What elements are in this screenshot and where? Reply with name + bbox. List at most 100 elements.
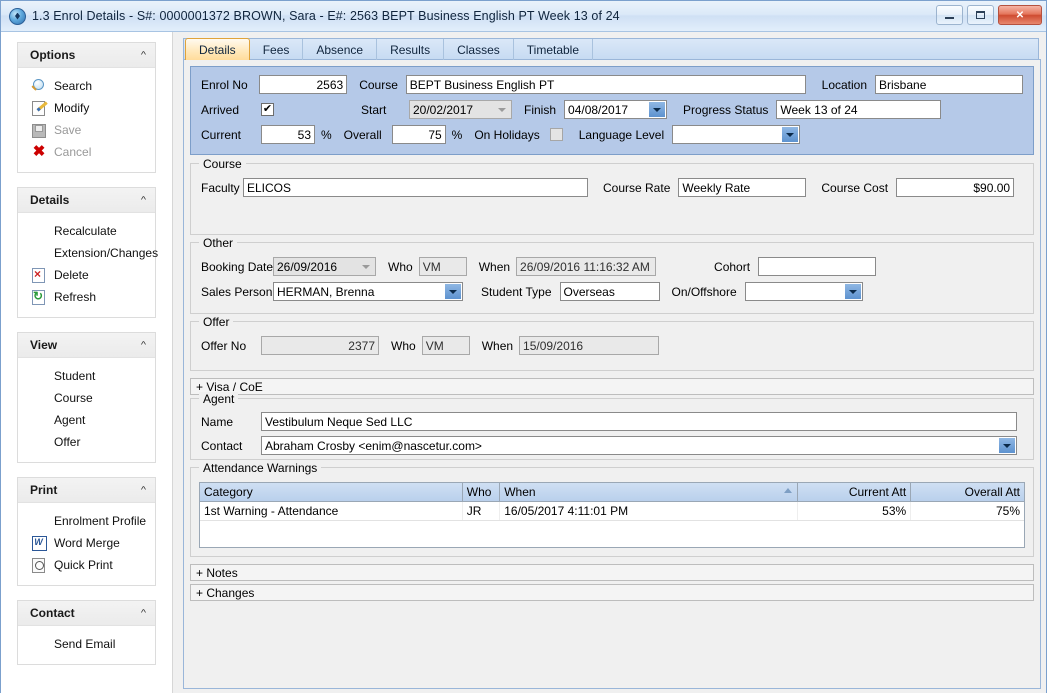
notes-collapse-bar[interactable]: + Notes: [190, 564, 1034, 581]
enrol-details-window: 1.3 Enrol Details - S#: 0000001372 BROWN…: [0, 0, 1047, 693]
faculty-label: Faculty: [201, 181, 243, 195]
booking-date-combo[interactable]: 26/09/2016: [273, 257, 376, 276]
sales-person-label: Sales Person: [201, 285, 273, 299]
faculty-input[interactable]: [243, 178, 588, 197]
on-offshore-combo[interactable]: [745, 282, 863, 301]
chevron-down-icon[interactable]: [445, 284, 461, 299]
chevron-down-icon[interactable]: [494, 102, 510, 117]
enrol-no-input[interactable]: [259, 75, 347, 94]
sidebar-item-word-merge[interactable]: Word Merge: [18, 532, 155, 554]
column-header-when[interactable]: When: [500, 483, 798, 501]
tab-absence[interactable]: Absence: [303, 39, 377, 60]
enrol-no-label: Enrol No: [201, 78, 259, 92]
sidebar-item-offer[interactable]: Offer: [18, 431, 155, 453]
delete-icon: [30, 267, 48, 283]
sidebar-item-refresh[interactable]: Refresh: [18, 286, 155, 308]
tab-classes[interactable]: Classes: [444, 39, 514, 60]
tab-fees[interactable]: Fees: [250, 39, 304, 60]
column-header-who[interactable]: Who: [463, 483, 500, 501]
panel-header-print[interactable]: Print ^: [18, 478, 155, 503]
chevron-up-icon[interactable]: ^: [141, 485, 146, 494]
location-label: Location: [822, 78, 867, 92]
location-input[interactable]: [875, 75, 1023, 94]
column-header-current-att[interactable]: Current Att: [798, 483, 911, 501]
current-att-input[interactable]: [261, 125, 315, 144]
start-date-combo[interactable]: 20/02/2017: [409, 100, 512, 119]
sales-person-combo[interactable]: HERMAN, Brenna: [273, 282, 463, 301]
tab-timetable[interactable]: Timetable: [514, 39, 593, 60]
chevron-up-icon[interactable]: ^: [141, 50, 146, 59]
close-button[interactable]: ✕: [998, 5, 1042, 25]
language-level-combo[interactable]: [672, 125, 800, 144]
overall-att-input[interactable]: [392, 125, 446, 144]
student-type-input[interactable]: [560, 282, 660, 301]
course-input[interactable]: [406, 75, 806, 94]
panel-title-view: View: [30, 338, 57, 352]
tab-details[interactable]: Details: [185, 38, 250, 60]
sidebar-item-agent[interactable]: Agent: [18, 409, 155, 431]
offer-no-label: Offer No: [201, 339, 261, 353]
sidebar-item-label: Recalculate: [54, 224, 117, 238]
sidebar-item-modify[interactable]: Modify: [18, 97, 155, 119]
agent-name-input[interactable]: [261, 412, 1017, 431]
column-header-overall-att[interactable]: Overall Att: [911, 483, 1024, 501]
column-header-category[interactable]: Category: [200, 483, 463, 501]
sidebar-panel-print: Print ^ Enrolment Profile Word Merge Qui…: [17, 477, 156, 586]
sidebar-item-search[interactable]: Search: [18, 75, 155, 97]
booking-when-value: 26/09/2016 11:16:32 AM: [516, 257, 656, 276]
cohort-input[interactable]: [758, 257, 876, 276]
progress-status-input[interactable]: [776, 100, 941, 119]
panel-header-details[interactable]: Details ^: [18, 188, 155, 213]
panel-header-options[interactable]: Options ^: [18, 43, 155, 68]
tab-results[interactable]: Results: [377, 39, 444, 60]
sidebar-item-send-email[interactable]: Send Email: [18, 633, 155, 655]
tab-label: Details: [199, 43, 236, 57]
minimize-button[interactable]: [936, 5, 963, 25]
other-group-row-2: Sales Person HERMAN, Brenna Student Type…: [201, 282, 1023, 301]
enrol-header-row-3: Current % Overall % On Holidays Language…: [201, 125, 1023, 144]
chevron-down-icon[interactable]: [358, 259, 374, 274]
chevron-up-icon[interactable]: ^: [141, 608, 146, 617]
chevron-down-icon[interactable]: [649, 102, 665, 117]
maximize-button[interactable]: [967, 5, 994, 25]
chevron-down-icon[interactable]: [782, 127, 798, 142]
sidebar-item-recalculate[interactable]: Recalculate: [18, 220, 155, 242]
course-label: Course: [359, 78, 406, 92]
sidebar-item-quick-print[interactable]: Quick Print: [18, 554, 155, 576]
chevron-up-icon[interactable]: ^: [141, 195, 146, 204]
panel-header-view[interactable]: View ^: [18, 333, 155, 358]
agent-contact-label: Contact: [201, 439, 261, 453]
sidebar-item-enrolment-profile[interactable]: Enrolment Profile: [18, 510, 155, 532]
sort-ascending-icon: [784, 488, 792, 493]
table-row[interactable]: 1st Warning - Attendance JR 16/05/2017 4…: [200, 502, 1024, 521]
tab-label: Fees: [263, 43, 290, 57]
visa-coe-collapse-bar[interactable]: + Visa / CoE: [190, 378, 1034, 395]
agent-contact-combo[interactable]: Abraham Crosby <enim@nascetur.com>: [261, 436, 1017, 455]
panel-body-print: Enrolment Profile Word Merge Quick Print: [18, 503, 155, 585]
current-percent-label: %: [321, 128, 332, 142]
sidebar-item-student[interactable]: Student: [18, 365, 155, 387]
agent-group-title: Agent: [199, 392, 238, 406]
changes-collapse-bar[interactable]: + Changes: [190, 584, 1034, 601]
chevron-down-icon[interactable]: [845, 284, 861, 299]
course-cost-input[interactable]: [896, 178, 1014, 197]
booking-who-label: Who: [388, 260, 413, 274]
finish-date-combo[interactable]: 04/08/2017: [564, 100, 667, 119]
panel-header-contact[interactable]: Contact ^: [18, 601, 155, 626]
chevron-down-icon[interactable]: [999, 438, 1015, 453]
sidebar-item-course[interactable]: Course: [18, 387, 155, 409]
arrived-checkbox[interactable]: ✔: [261, 103, 274, 116]
refresh-icon: [30, 289, 48, 305]
offer-no-value: 2377: [261, 336, 379, 355]
on-holidays-label: On Holidays: [474, 128, 539, 142]
panel-title-print: Print: [30, 483, 57, 497]
sidebar-item-label: Agent: [54, 413, 85, 427]
offer-group-row: Offer No 2377 Who VM When 15/09/2016: [201, 336, 1023, 355]
on-holidays-checkbox[interactable]: [550, 128, 563, 141]
chevron-up-icon[interactable]: ^: [141, 340, 146, 349]
sidebar-item-delete[interactable]: Delete: [18, 264, 155, 286]
attendance-warnings-grid[interactable]: Category Who When Current Att Overall At…: [199, 482, 1025, 548]
course-rate-input[interactable]: [678, 178, 806, 197]
sidebar-item-label: Quick Print: [54, 558, 113, 572]
sidebar-item-extension-changes[interactable]: Extension/Changes: [18, 242, 155, 264]
